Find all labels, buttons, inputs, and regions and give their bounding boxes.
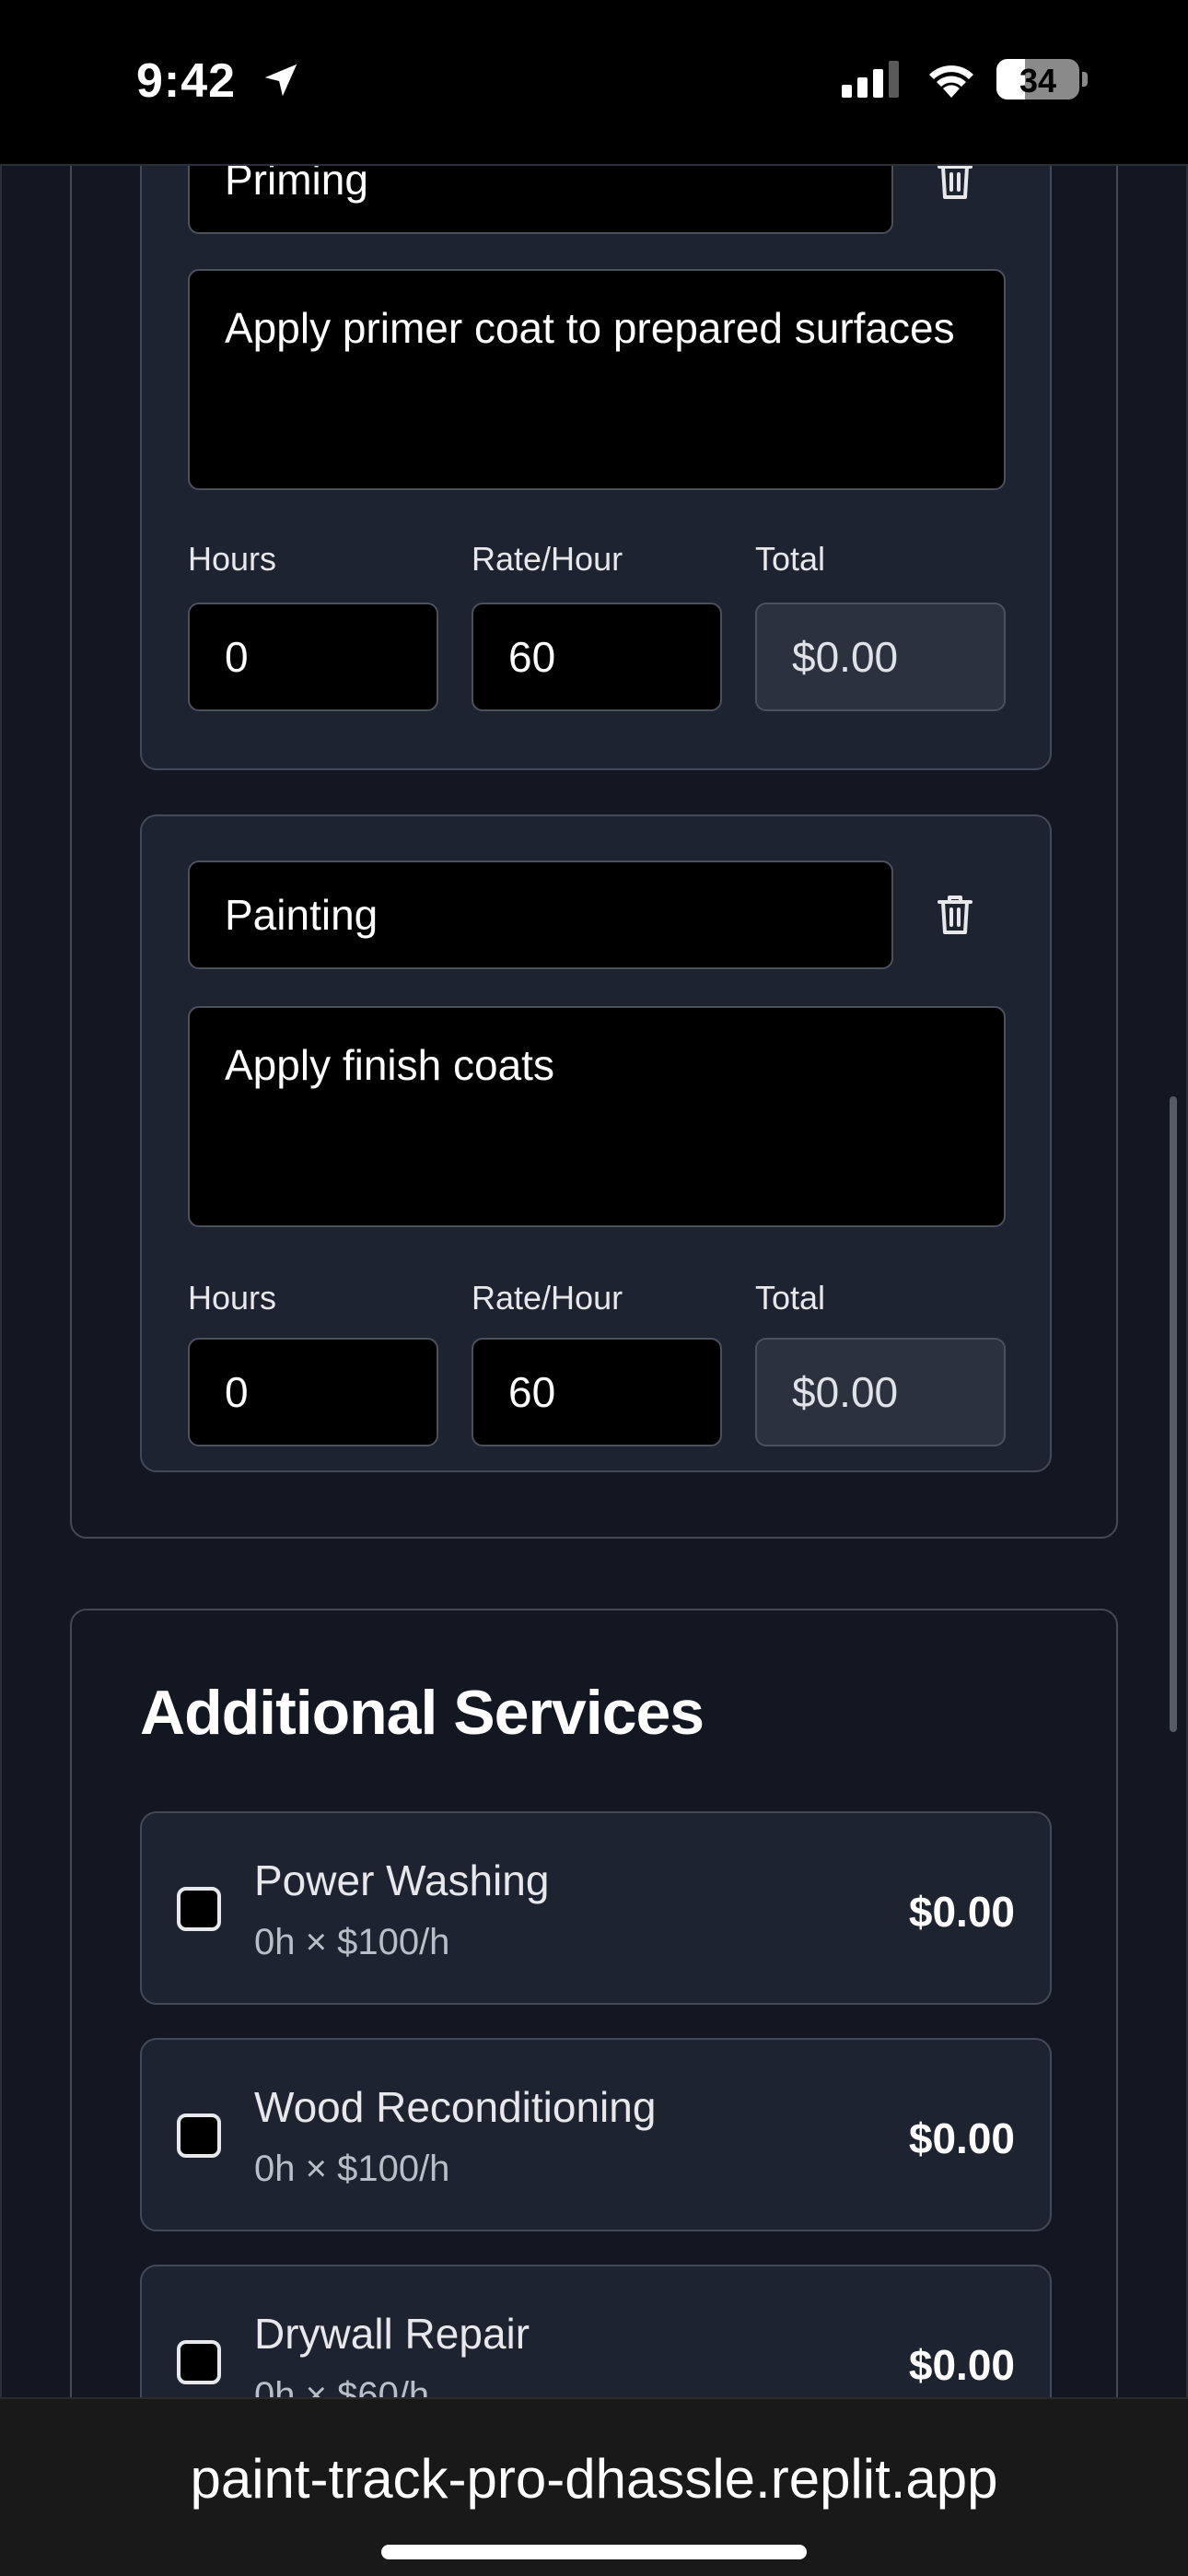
rate-input[interactable] — [472, 603, 722, 711]
location-arrow-icon — [264, 64, 297, 97]
rate-label: Rate/Hour — [472, 1279, 623, 1317]
phase-total-field: $0.00 — [755, 603, 1006, 711]
phase-name-input[interactable] — [188, 861, 893, 969]
service-detail: 0h × $100/h — [254, 2149, 450, 2189]
phase-description-input[interactable] — [188, 1006, 1006, 1227]
service-checkbox[interactable] — [177, 1887, 221, 1931]
service-price: $0.00 — [908, 2341, 1015, 2389]
service-item-wood-reconditioning[interactable]: Wood Reconditioning 0h × $100/h $0.00 — [140, 2038, 1052, 2231]
hours-label: Hours — [188, 1279, 277, 1317]
service-price: $0.00 — [908, 2114, 1015, 2162]
service-checkbox[interactable] — [177, 2113, 221, 2158]
battery-nub — [1082, 72, 1088, 87]
trash-icon — [938, 896, 973, 934]
trash-icon — [938, 166, 973, 199]
viewport-edge-left — [0, 166, 2, 2397]
phase-total-field: $0.00 — [755, 1338, 1006, 1446]
service-item-power-washing[interactable]: Power Washing 0h × $100/h $0.00 — [140, 1811, 1052, 2005]
home-indicator[interactable] — [381, 2545, 807, 2559]
service-detail: 0h × $100/h — [254, 1922, 450, 1962]
delete-phase-button[interactable] — [926, 166, 984, 212]
browser-url-bar[interactable]: paint-track-pro-dhassle.replit.app — [0, 2397, 1188, 2576]
wifi-icon — [929, 65, 973, 98]
additional-services-section: Additional Services Power Washing 0h × $… — [70, 1609, 1118, 2397]
phase-description-input[interactable] — [188, 269, 1006, 490]
service-name: Power Washing — [254, 1856, 550, 1904]
phase-name-input[interactable] — [188, 166, 893, 234]
hours-label: Hours — [188, 540, 277, 578]
additional-services-title: Additional Services — [140, 1678, 705, 1748]
service-checkbox[interactable] — [177, 2340, 221, 2384]
web-viewport[interactable]: Hours Rate/Hour Total $0.00 Hours Rate/H… — [0, 164, 1188, 2397]
total-label: Total — [755, 540, 826, 578]
url-text[interactable]: paint-track-pro-dhassle.replit.app — [0, 2447, 1188, 2511]
status-time: 9:42 — [136, 54, 237, 108]
page-scrollbar[interactable] — [1170, 1096, 1177, 1732]
phase-card: Hours Rate/Hour Total $0.00 — [140, 166, 1052, 770]
service-item-drywall-repair[interactable]: Drywall Repair 0h × $60/h $0.00 — [140, 2265, 1052, 2397]
battery-level: 34 — [1019, 62, 1057, 100]
battery-icon: 34 — [996, 59, 1079, 100]
total-label: Total — [755, 1279, 826, 1317]
service-name: Wood Reconditioning — [254, 2083, 657, 2131]
service-detail: 0h × $60/h — [254, 2375, 430, 2397]
delete-phase-button[interactable] — [926, 883, 984, 947]
labor-phases-section: Hours Rate/Hour Total $0.00 Hours Rate/H… — [70, 166, 1118, 1539]
service-price: $0.00 — [908, 1888, 1015, 1936]
rate-label: Rate/Hour — [472, 540, 623, 578]
phase-card: Hours Rate/Hour Total $0.00 — [140, 814, 1052, 1472]
rate-input[interactable] — [472, 1338, 722, 1446]
status-bar: 9:42 34 — [0, 0, 1188, 164]
hours-input[interactable] — [188, 1338, 438, 1446]
hours-input[interactable] — [188, 603, 438, 711]
service-name: Drywall Repair — [254, 2310, 530, 2358]
cellular-signal-icon — [842, 61, 899, 98]
